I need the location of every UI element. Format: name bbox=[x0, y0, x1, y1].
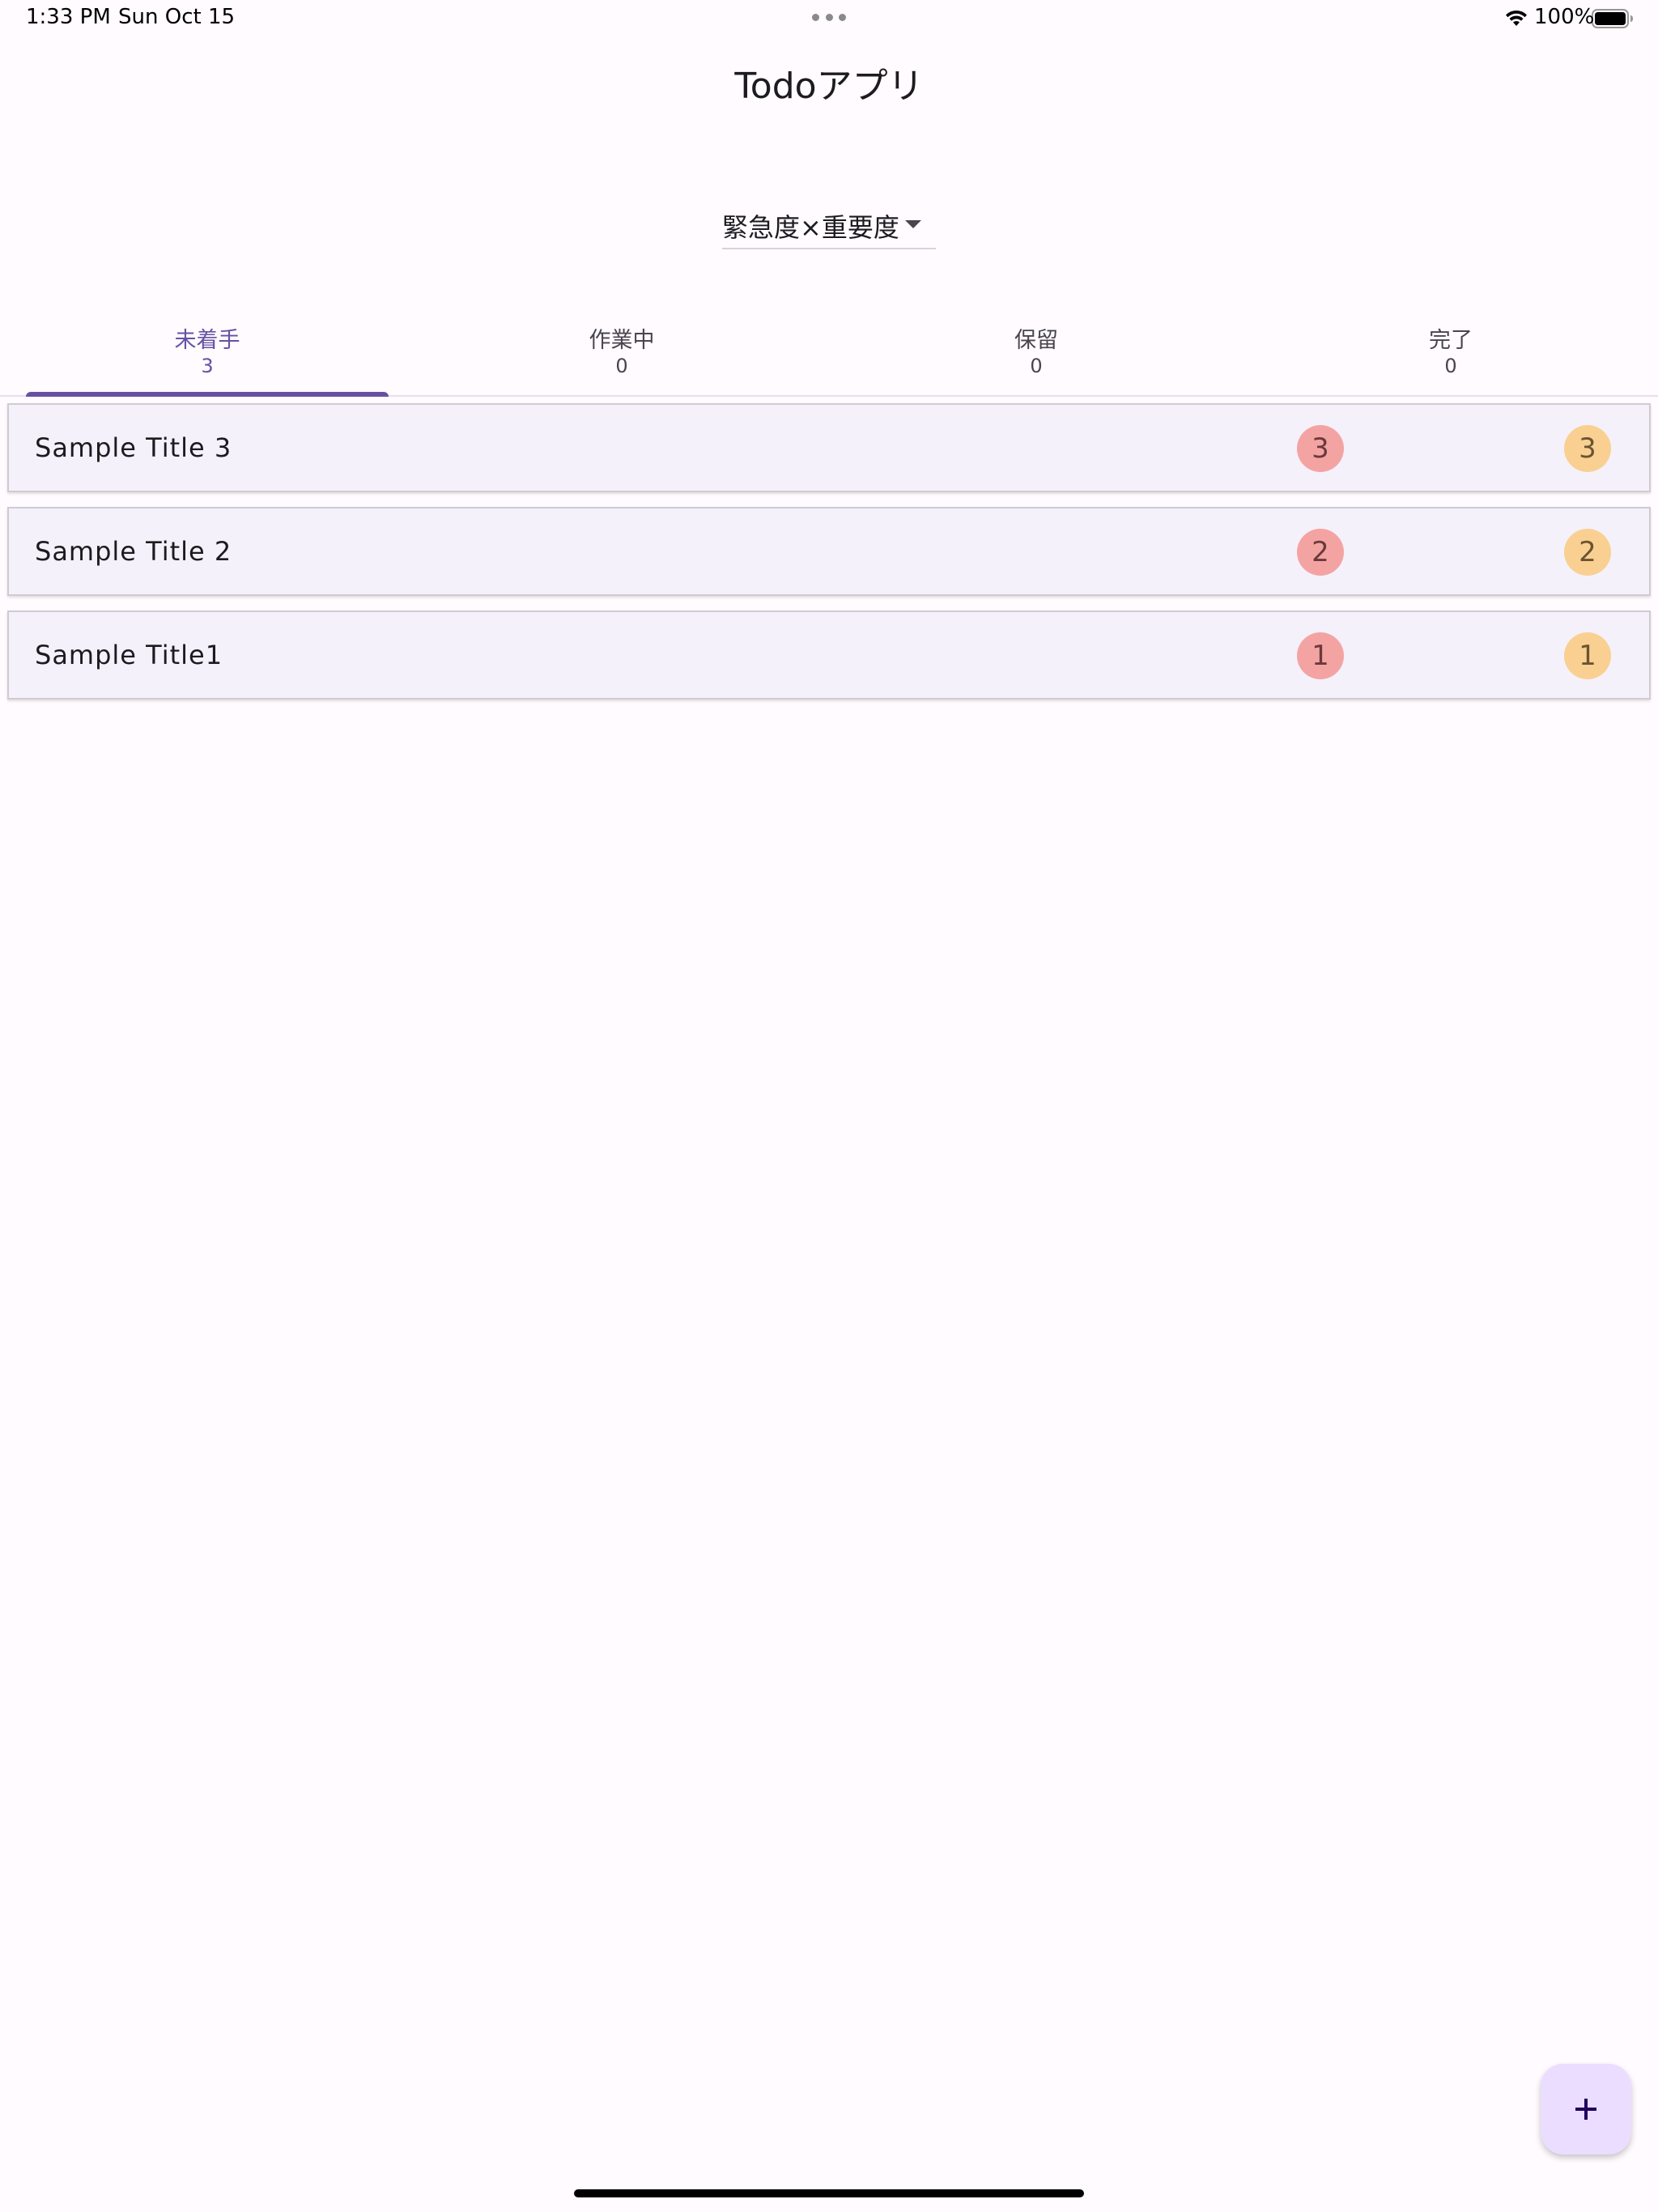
tab-count: 3 bbox=[201, 355, 214, 377]
tab-label: 未着手 bbox=[174, 328, 240, 353]
task-title: Sample Title 3 bbox=[35, 432, 232, 463]
home-indicator[interactable] bbox=[574, 2189, 1084, 2197]
battery-percentage: 100% bbox=[1534, 5, 1595, 29]
task-title: Sample Title 2 bbox=[35, 536, 232, 567]
tab-in-progress[interactable]: 作業中 0 bbox=[414, 311, 829, 395]
tab-completed[interactable]: 完了 0 bbox=[1244, 311, 1658, 395]
tab-on-hold[interactable]: 保留 0 bbox=[829, 311, 1244, 395]
urgency-badge: 2 bbox=[1297, 529, 1344, 576]
urgency-badge: 1 bbox=[1297, 632, 1344, 679]
status-time: 1:33 PM bbox=[26, 5, 111, 29]
battery-icon bbox=[1592, 9, 1633, 28]
multitasking-dots-icon[interactable] bbox=[812, 14, 846, 22]
task-card[interactable]: Sample Title 3 3 3 bbox=[7, 403, 1651, 492]
task-card[interactable]: Sample Title1 1 1 bbox=[7, 610, 1651, 700]
add-task-button[interactable] bbox=[1541, 2064, 1631, 2155]
tab-not-started[interactable]: 未着手 3 bbox=[0, 311, 414, 395]
task-title: Sample Title1 bbox=[35, 640, 223, 670]
tab-count: 0 bbox=[1030, 355, 1043, 377]
importance-badge: 2 bbox=[1564, 529, 1611, 576]
status-date: Sun Oct 15 bbox=[118, 5, 236, 29]
arrow-drop-down-icon bbox=[905, 220, 921, 228]
sort-dropdown[interactable]: 緊急度×重要度 bbox=[722, 204, 936, 249]
tab-active-indicator bbox=[26, 392, 389, 397]
importance-badge: 1 bbox=[1564, 632, 1611, 679]
tab-label: 完了 bbox=[1429, 328, 1473, 353]
page-title: Todoアプリ bbox=[734, 66, 924, 107]
urgency-badge: 3 bbox=[1297, 425, 1344, 472]
status-tab-bar: 未着手 3 作業中 0 保留 0 完了 0 bbox=[0, 311, 1658, 397]
importance-badge: 3 bbox=[1564, 425, 1611, 472]
tab-count: 0 bbox=[1444, 355, 1457, 377]
sort-dropdown-value: 緊急度×重要度 bbox=[722, 212, 899, 243]
task-card[interactable]: Sample Title 2 2 2 bbox=[7, 507, 1651, 596]
wifi-icon bbox=[1506, 10, 1527, 26]
status-bar: 1:33 PM Sun Oct 15 100% bbox=[0, 0, 1658, 39]
tab-count: 0 bbox=[615, 355, 628, 377]
tab-label: 保留 bbox=[1014, 328, 1058, 353]
tab-label: 作業中 bbox=[589, 328, 655, 353]
